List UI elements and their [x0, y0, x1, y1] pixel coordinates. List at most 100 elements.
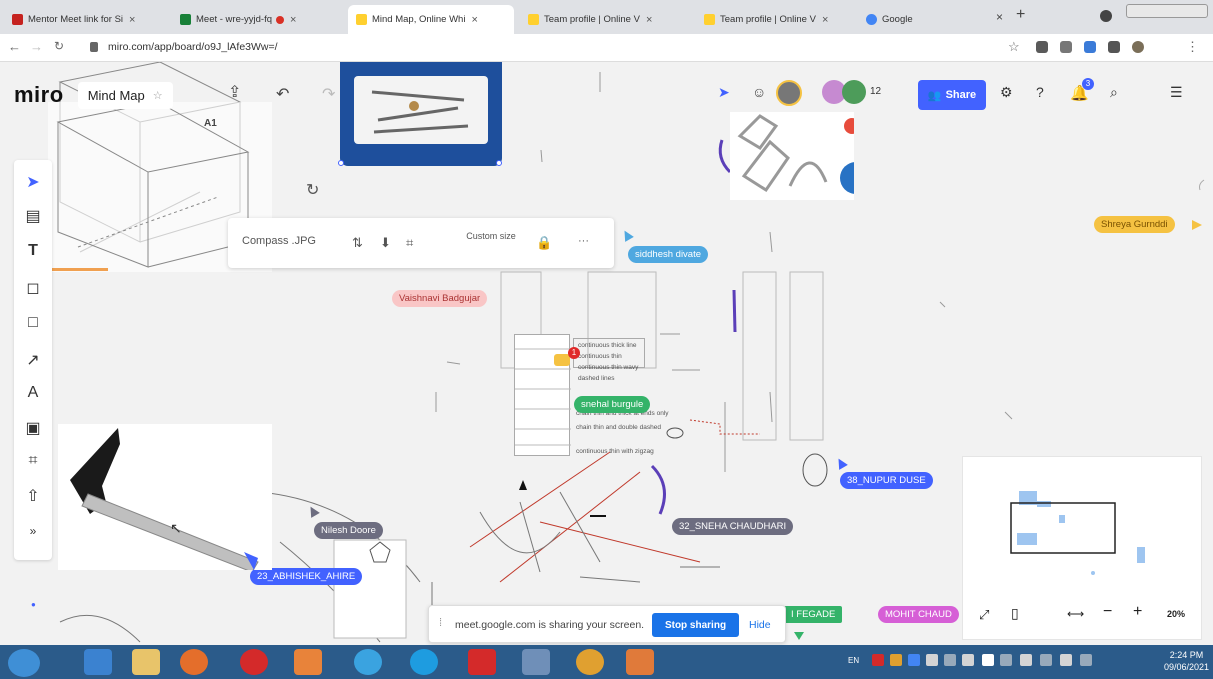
- close-tab-icon[interactable]: ×: [129, 14, 135, 26]
- browser-tab[interactable]: Google: [858, 5, 998, 34]
- pen-tool-icon[interactable]: A: [14, 384, 52, 402]
- opera-icon[interactable]: [240, 649, 268, 675]
- file-explorer-icon[interactable]: [132, 649, 160, 675]
- new-tab-button[interactable]: +: [1016, 6, 1025, 24]
- window-controls[interactable]: [1126, 4, 1208, 18]
- reload-icon[interactable]: ↻: [54, 39, 64, 53]
- browser-menu-icon[interactable]: ⋮: [1186, 39, 1199, 55]
- line-types-document[interactable]: [514, 334, 571, 456]
- app-icon[interactable]: [626, 649, 654, 675]
- help-icon[interactable]: ?: [1036, 84, 1044, 100]
- start-button-icon[interactable]: [8, 649, 40, 677]
- close-tab-icon[interactable]: ×: [290, 14, 296, 26]
- zoom-in-icon[interactable]: +: [1133, 603, 1142, 621]
- avatar[interactable]: [776, 80, 802, 106]
- custom-size-button[interactable]: Custom size: [466, 230, 516, 242]
- comment-icon[interactable]: ▣: [14, 418, 52, 438]
- tray-icon[interactable]: [1000, 654, 1012, 666]
- tray-icon[interactable]: [1080, 654, 1092, 666]
- system-clock[interactable]: 2:24 PM 09/06/2021: [1164, 649, 1209, 673]
- close-tab-icon[interactable]: ×: [646, 14, 652, 26]
- hide-button[interactable]: Hide: [749, 619, 771, 631]
- forward-icon[interactable]: →: [30, 39, 43, 54]
- settings-sliders-icon[interactable]: ⚙: [1000, 84, 1013, 101]
- pins-image[interactable]: [730, 112, 872, 200]
- tray-icon[interactable]: [890, 654, 902, 666]
- acrobat-icon[interactable]: [468, 649, 496, 675]
- sidebar-panel-icon[interactable]: ☰: [1170, 84, 1183, 101]
- map-icon[interactable]: ▯: [1011, 605, 1019, 622]
- rotate-icon[interactable]: ↻: [306, 180, 319, 200]
- undo-icon[interactable]: ↶: [276, 84, 289, 104]
- select-cursor-icon[interactable]: ➤: [14, 172, 52, 192]
- bookmark-star-icon[interactable]: ☆: [1008, 39, 1020, 55]
- drag-handle-icon[interactable]: ⁞: [439, 617, 442, 629]
- collaborator-count[interactable]: 12: [870, 86, 881, 97]
- app-icon[interactable]: [522, 649, 550, 675]
- star-icon[interactable]: ☆: [153, 89, 163, 102]
- extensions-puzzle-icon[interactable]: [1108, 41, 1120, 53]
- edge-icon[interactable]: [410, 649, 438, 675]
- crop-icon[interactable]: ⌗: [406, 235, 413, 251]
- share-button[interactable]: 👥 Share: [918, 80, 986, 110]
- zoom-level[interactable]: 20%: [1167, 609, 1185, 619]
- extension-icon[interactable]: [1060, 41, 1072, 53]
- crop-frame-icon[interactable]: ⌗: [14, 452, 52, 470]
- app-icon[interactable]: [354, 649, 382, 675]
- more-tools-icon[interactable]: »: [14, 524, 52, 538]
- close-tab-icon[interactable]: ×: [822, 14, 828, 26]
- tray-icon[interactable]: [1040, 654, 1052, 666]
- media-player-icon[interactable]: [294, 649, 322, 675]
- minimap[interactable]: ⤢ ▯ ⟷ − + 20%: [962, 456, 1202, 640]
- text-tool-icon[interactable]: T: [14, 242, 52, 260]
- tray-icon[interactable]: [908, 654, 920, 666]
- browser-tab[interactable]: Team profile | Online V ×: [520, 5, 688, 34]
- tray-icon[interactable]: [872, 654, 884, 666]
- fullscreen-icon[interactable]: ⤢: [979, 607, 989, 623]
- comment-bubble-icon[interactable]: [554, 354, 570, 366]
- search-icon[interactable]: ⌕: [1110, 84, 1118, 101]
- volume-icon[interactable]: [1020, 654, 1032, 666]
- close-tab-icon[interactable]: ×: [471, 14, 477, 26]
- more-options-button[interactable]: ···: [578, 235, 589, 247]
- lock-icon[interactable]: 🔒: [536, 235, 552, 251]
- extension-icon[interactable]: [1084, 41, 1096, 53]
- tray-icon[interactable]: [926, 654, 938, 666]
- shape-square-icon[interactable]: □: [14, 314, 52, 332]
- close-tab-icon[interactable]: ×: [996, 10, 1003, 24]
- resize-handle[interactable]: [496, 160, 502, 166]
- chrome-icon[interactable]: [576, 649, 604, 675]
- browser-tab[interactable]: Team profile | Online V ×: [696, 5, 856, 34]
- board-canvas[interactable]: A 1 miro Mind Map ☆ ⇪ ↶ ↷ ↻ ➤ ☺ 12 👥 Shar…: [0, 62, 1213, 645]
- tray-icon[interactable]: [1060, 654, 1072, 666]
- resize-handle[interactable]: [338, 160, 344, 166]
- comment-count-badge[interactable]: 1: [568, 347, 580, 359]
- profile-icon[interactable]: [1100, 10, 1112, 22]
- board-name-button[interactable]: Mind Map ☆: [77, 81, 173, 109]
- avatar[interactable]: [842, 80, 866, 104]
- redo-icon[interactable]: ↷: [322, 84, 335, 104]
- browser-tab[interactable]: Meet - wre-yyjd-fq ×: [172, 5, 340, 34]
- swap-icon[interactable]: ⇅: [352, 235, 363, 251]
- pointer-icon[interactable]: ➤: [718, 84, 730, 101]
- tray-icon[interactable]: [944, 654, 956, 666]
- firefox-icon[interactable]: [180, 649, 208, 675]
- extension-icon[interactable]: [1036, 41, 1048, 53]
- tray-icon[interactable]: [962, 654, 974, 666]
- url-field[interactable]: miro.com/app/board/o9J_lAfe3Ww=/: [108, 41, 278, 53]
- browser-tab[interactable]: Mentor Meet link for Si ×: [4, 5, 164, 34]
- frame-template-icon[interactable]: ▤: [14, 206, 52, 226]
- miro-logo[interactable]: miro: [14, 82, 64, 108]
- network-icon[interactable]: [982, 654, 994, 666]
- sticky-note-icon[interactable]: ◻: [14, 278, 52, 298]
- t-square-image[interactable]: [58, 424, 272, 573]
- internet-explorer-icon[interactable]: [84, 649, 112, 675]
- upload-icon[interactable]: ⇧: [14, 486, 52, 506]
- export-icon[interactable]: ⇪: [228, 82, 241, 102]
- reactions-icon[interactable]: ☺: [752, 84, 766, 100]
- fit-width-icon[interactable]: ⟷: [1067, 607, 1084, 621]
- browser-tab-active[interactable]: Mind Map, Online Whi ×: [348, 5, 514, 34]
- back-icon[interactable]: ←: [8, 39, 21, 54]
- language-indicator[interactable]: EN: [848, 656, 859, 665]
- compass-image[interactable]: [338, 62, 502, 166]
